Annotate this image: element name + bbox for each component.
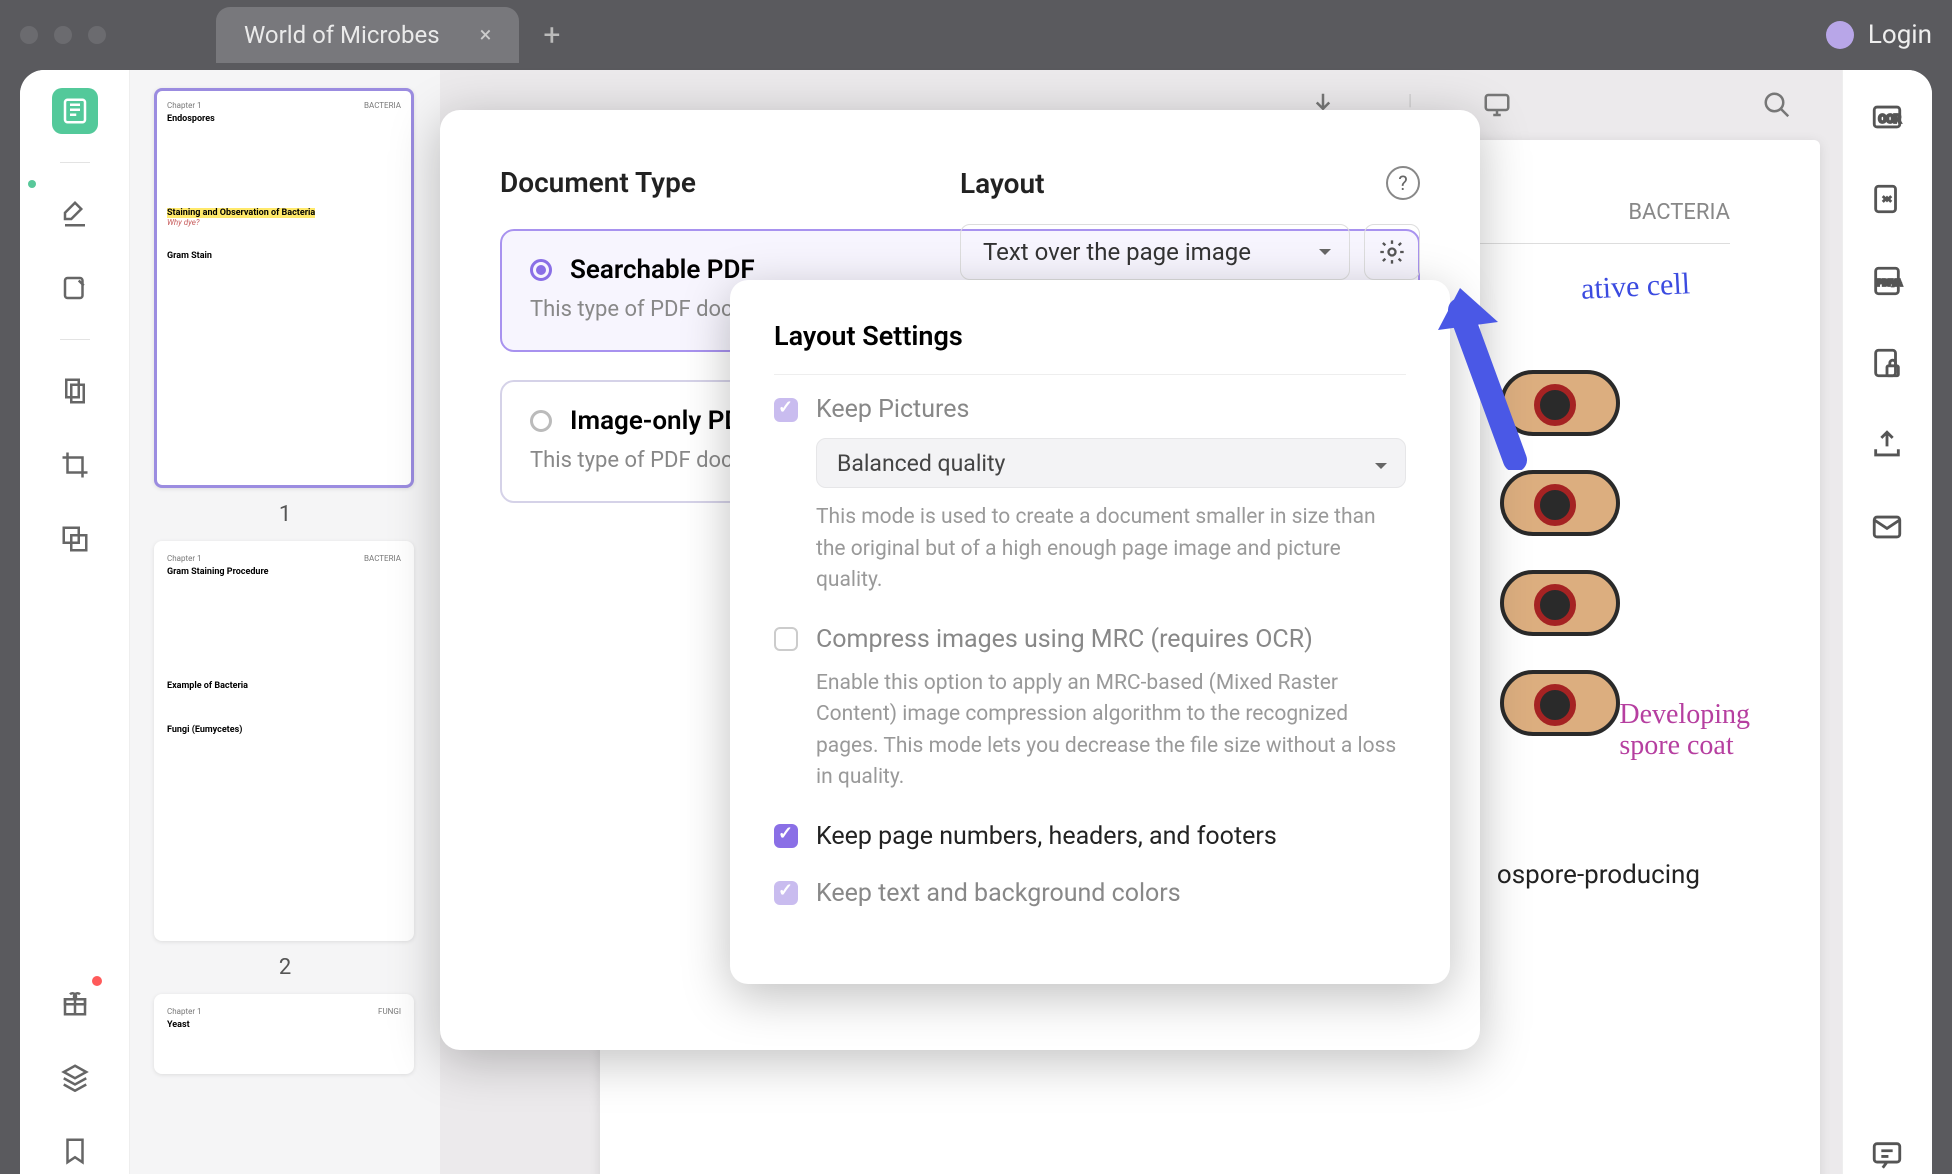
new-tab-button[interactable]: + bbox=[543, 18, 560, 53]
checkbox-icon[interactable] bbox=[774, 627, 798, 651]
keep-pictures-option: Keep Pictures Balanced quality This mode… bbox=[774, 395, 1406, 597]
highlight-tool-icon[interactable] bbox=[52, 191, 98, 237]
gift-icon[interactable] bbox=[52, 980, 98, 1026]
thumb-annotation: Why dye? bbox=[167, 218, 401, 227]
picture-quality-select[interactable]: Balanced quality bbox=[816, 438, 1406, 488]
share-icon[interactable] bbox=[1870, 428, 1906, 464]
thumb-heading: Example of Bacteria bbox=[167, 681, 401, 691]
thumbnail-page-2[interactable]: Chapter 1 BACTERIA Gram Staining Procedur… bbox=[154, 541, 414, 941]
option-label: Keep text and background colors bbox=[816, 879, 1181, 908]
thumbnail-label: 1 bbox=[154, 502, 416, 527]
option-title: Image-only PDF bbox=[570, 406, 756, 436]
protect-icon[interactable] bbox=[1870, 346, 1906, 382]
mail-icon[interactable] bbox=[1870, 510, 1906, 546]
illustration-spore bbox=[1500, 370, 1620, 436]
thumbnail-label: 2 bbox=[154, 955, 416, 980]
option-desc: This mode is used to create a document s… bbox=[816, 502, 1406, 597]
checkbox-icon[interactable] bbox=[774, 824, 798, 848]
avatar-icon bbox=[1826, 21, 1854, 49]
thumb-heading: Gram Staining Procedure bbox=[167, 567, 401, 577]
keep-headers-option: Keep page numbers, headers, and footers bbox=[774, 822, 1406, 851]
page-indicator-dot bbox=[28, 180, 36, 188]
right-toolbar: OCR PDF/A bbox=[1842, 70, 1932, 1174]
edit-tool-icon[interactable] bbox=[52, 265, 98, 311]
layout-heading: Layout bbox=[960, 167, 1045, 200]
thumb-category: BACTERIA bbox=[364, 554, 401, 563]
thumb-heading: Staining and Observation of Bacteria bbox=[167, 208, 315, 218]
thumb-heading: Endospores bbox=[167, 114, 401, 124]
present-icon[interactable] bbox=[1482, 90, 1512, 124]
login-label: Login bbox=[1868, 20, 1932, 50]
page-tool-icon[interactable] bbox=[52, 368, 98, 414]
select-value: Text over the page image bbox=[983, 238, 1251, 266]
titlebar: World of Microbes × + Login bbox=[0, 0, 1952, 70]
window-controls bbox=[20, 26, 106, 44]
thumb-chapter: Chapter 1 bbox=[167, 554, 202, 563]
thumbnail-page-1[interactable]: Chapter 1 BACTERIA Endospores Staining an… bbox=[154, 88, 414, 488]
left-toolbar bbox=[20, 70, 130, 1174]
option-label: Compress images using MRC (requires OCR) bbox=[816, 625, 1313, 654]
separator bbox=[60, 162, 90, 163]
radio-icon bbox=[530, 410, 552, 432]
close-window-icon[interactable] bbox=[20, 26, 38, 44]
checkbox-icon[interactable] bbox=[774, 398, 798, 422]
thumb-chapter: Chapter 1 bbox=[167, 1007, 202, 1016]
ocr-icon[interactable]: OCR bbox=[1870, 100, 1906, 136]
layout-select[interactable]: Text over the page image bbox=[960, 224, 1350, 280]
separator bbox=[60, 339, 90, 340]
thumbnail-page-3[interactable]: Chapter 1 FUNGI Yeast bbox=[154, 994, 414, 1074]
help-icon[interactable]: ? bbox=[1386, 166, 1420, 200]
select-value: Balanced quality bbox=[837, 450, 1005, 477]
option-title: Searchable PDF bbox=[570, 255, 755, 285]
thumb-heading: Fungi (Eumycetes) bbox=[167, 725, 401, 735]
tab-document[interactable]: World of Microbes × bbox=[216, 7, 519, 63]
thumb-chapter: Chapter 1 bbox=[167, 101, 202, 110]
crop-tool-icon[interactable] bbox=[52, 442, 98, 488]
illustration-spore bbox=[1500, 470, 1620, 536]
search-icon[interactable] bbox=[1762, 90, 1792, 124]
pdfa-icon[interactable]: PDF/A bbox=[1870, 264, 1906, 300]
checkbox-icon[interactable] bbox=[774, 881, 798, 905]
minimize-window-icon[interactable] bbox=[54, 26, 72, 44]
option-label: Keep page numbers, headers, and footers bbox=[816, 822, 1277, 851]
option-desc: Enable this option to apply an MRC-based… bbox=[816, 668, 1406, 794]
keep-colors-option: Keep text and background colors bbox=[774, 879, 1406, 908]
zoom-window-icon[interactable] bbox=[88, 26, 106, 44]
illustration-spore bbox=[1500, 670, 1620, 736]
page-category: BACTERIA bbox=[1628, 200, 1730, 225]
comment-icon[interactable] bbox=[1870, 1138, 1906, 1174]
layers-icon[interactable] bbox=[52, 1054, 98, 1100]
popover-title: Layout Settings bbox=[774, 320, 1406, 375]
illustration-spore bbox=[1500, 570, 1620, 636]
body-text: ospore-producing bbox=[1497, 860, 1700, 890]
thumb-category: FUNGI bbox=[378, 1007, 401, 1016]
compress-mrc-option: Compress images using MRC (requires OCR)… bbox=[774, 625, 1406, 794]
thumb-category: BACTERIA bbox=[364, 101, 401, 110]
radio-icon bbox=[530, 259, 552, 281]
option-label: Keep Pictures bbox=[816, 395, 969, 424]
handwriting-annotation: ative cell bbox=[1580, 267, 1691, 307]
thumb-heading: Yeast bbox=[167, 1020, 401, 1030]
bookmark-icon[interactable] bbox=[52, 1128, 98, 1174]
handwriting-annotation: Developing spore coat bbox=[1619, 700, 1750, 762]
thumb-heading: Gram Stain bbox=[167, 251, 401, 261]
login-button[interactable]: Login bbox=[1826, 20, 1932, 50]
convert-icon[interactable] bbox=[1870, 182, 1906, 218]
layout-section: Layout ? Text over the page image bbox=[960, 166, 1420, 280]
compare-tool-icon[interactable] bbox=[52, 516, 98, 562]
layout-settings-button[interactable] bbox=[1364, 224, 1420, 280]
close-tab-icon[interactable]: × bbox=[480, 23, 492, 48]
reader-mode-icon[interactable] bbox=[52, 88, 98, 134]
tab-title: World of Microbes bbox=[244, 21, 440, 49]
thumbnail-panel: Chapter 1 BACTERIA Endospores Staining an… bbox=[130, 70, 440, 1174]
svg-text:PDF/A: PDF/A bbox=[1877, 278, 1902, 288]
layout-settings-popover: Layout Settings Keep Pictures Balanced q… bbox=[730, 280, 1450, 984]
svg-text:OCR: OCR bbox=[1878, 112, 1900, 126]
